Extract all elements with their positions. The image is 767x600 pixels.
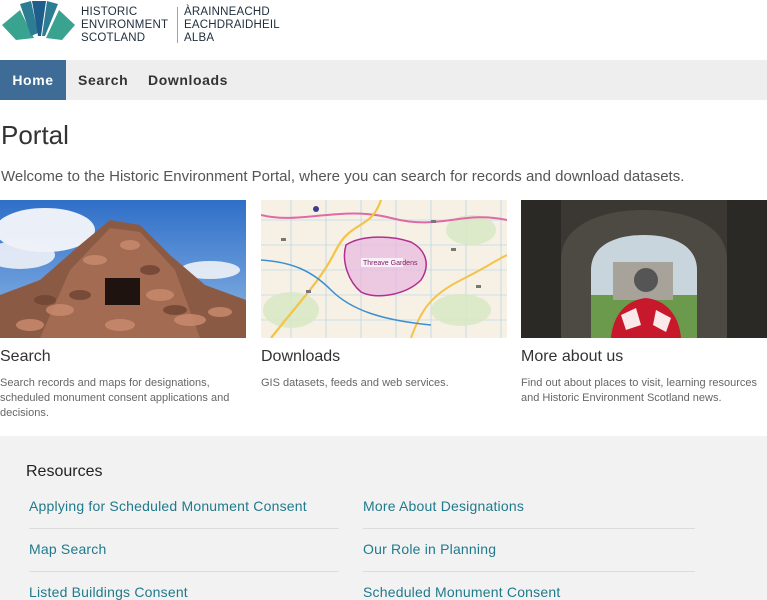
map-place-label: Threave Gardens bbox=[363, 260, 418, 267]
page-intro: Welcome to the Historic Environment Port… bbox=[1, 168, 685, 185]
resource-divider bbox=[29, 528, 339, 529]
nav-downloads[interactable]: Downloads bbox=[148, 60, 228, 100]
resources-panel: Resources Applying for Scheduled Monumen… bbox=[0, 436, 767, 600]
card-search[interactable]: Search Search records and maps for desig… bbox=[0, 200, 246, 421]
card-desc-downloads: GIS datasets, feeds and web services. bbox=[261, 377, 449, 389]
logo-text-gaelic: ÀRAINNEACHD EACHDRAIDHEIL ALBA bbox=[184, 6, 280, 44]
archway-image[interactable] bbox=[521, 200, 767, 338]
map-image[interactable]: Threave Gardens bbox=[261, 200, 507, 338]
resources-heading: Resources bbox=[26, 463, 103, 480]
card-title-more-about-us[interactable]: More about us bbox=[521, 348, 767, 366]
nav-home[interactable]: Home bbox=[0, 60, 66, 100]
hes-logo-icon[interactable] bbox=[0, 0, 76, 44]
link-scheduled-monument-consent[interactable]: Scheduled Monument Consent bbox=[363, 584, 560, 600]
card-more-about-us[interactable]: More about us Find out about places to v… bbox=[521, 200, 767, 406]
link-applying-scheduled-monument-consent[interactable]: Applying for Scheduled Monument Consent bbox=[29, 498, 307, 514]
resource-divider bbox=[29, 571, 339, 572]
nav-search[interactable]: Search bbox=[78, 60, 128, 100]
page-title: Portal bbox=[1, 120, 69, 150]
link-more-about-designations[interactable]: More About Designations bbox=[363, 498, 524, 514]
resource-divider bbox=[363, 528, 695, 529]
site-header: HISTORIC ENVIRONMENT SCOTLAND ÀRAINNEACH… bbox=[0, 0, 767, 60]
card-desc-more-about-us: Find out about places to visit, learning… bbox=[521, 377, 758, 404]
resource-divider bbox=[363, 571, 695, 572]
link-listed-buildings-consent[interactable]: Listed Buildings Consent bbox=[29, 584, 188, 600]
card-title-downloads[interactable]: Downloads bbox=[261, 348, 507, 366]
logo-text-english: HISTORIC ENVIRONMENT SCOTLAND bbox=[81, 6, 169, 44]
card-downloads[interactable]: Threave Gardens Downloads GIS datasets, … bbox=[261, 200, 507, 391]
card-title-search[interactable]: Search bbox=[0, 348, 246, 366]
link-map-search[interactable]: Map Search bbox=[29, 541, 106, 557]
card-desc-search: Search records and maps for designations… bbox=[0, 377, 230, 419]
cairn-image[interactable] bbox=[0, 200, 246, 338]
main-nav: Home Search Downloads bbox=[0, 60, 767, 100]
logo-divider bbox=[177, 7, 178, 43]
link-our-role-in-planning[interactable]: Our Role in Planning bbox=[363, 541, 496, 557]
